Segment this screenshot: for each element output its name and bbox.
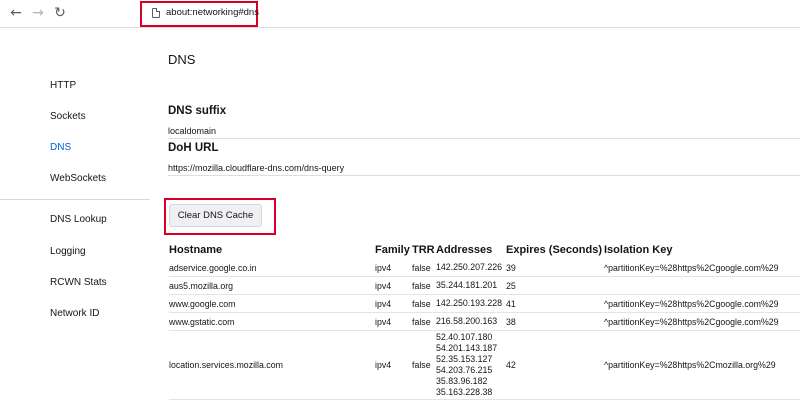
cell-hostname: adservice.google.co.in — [169, 259, 375, 277]
sidebar-item-rcwn-stats[interactable]: RCWN Stats — [50, 277, 107, 288]
column-header-hostname: Hostname — [169, 244, 223, 256]
address: 54.203.76.215 — [436, 365, 493, 375]
cell-isolation-key: ^partitionKey=%28https%2Cgoogle.com%29 — [604, 312, 800, 331]
sidebar: HTTP Sockets DNS WebSockets DNS Lookup L… — [0, 28, 150, 403]
browser-toolbar: ← → ↻ about:networking#dns — [0, 0, 800, 28]
cell-trr: false — [412, 276, 436, 295]
cell-family: ipv4 — [375, 330, 412, 400]
sidebar-item-websockets[interactable]: WebSockets — [50, 173, 106, 184]
column-header-addresses: Addresses — [436, 244, 493, 256]
sidebar-item-network-id[interactable]: Network ID — [50, 308, 99, 319]
dns-suffix-value: localdomain — [168, 126, 217, 136]
cell-hostname: location.services.mozilla.com — [169, 330, 375, 400]
address: 216.58.200.163 — [436, 316, 498, 326]
cell-trr: false — [412, 259, 436, 277]
column-header-expires: Expires (Seconds) — [506, 244, 602, 256]
table-row: www.gstatic.com ipv4 false 216.58.200.16… — [169, 312, 800, 331]
cell-addresses: 142.250.193.228 — [436, 294, 506, 313]
dns-suffix-heading: DNS suffix — [168, 105, 227, 117]
cell-isolation-key: ^partitionKey=%28https%2Cmozilla.org%29 — [604, 330, 800, 400]
address: 35.244.181.201 — [436, 280, 498, 290]
table-row: www.google.com ipv4 false 142.250.193.22… — [169, 294, 800, 313]
cell-expires: 39 — [506, 259, 604, 277]
table-row: location.services.mozilla.com ipv4 false… — [169, 330, 800, 400]
cell-trr: false — [412, 330, 436, 400]
url-text[interactable]: about:networking#dns — [166, 7, 259, 18]
address: 52.35.153.127 — [436, 354, 493, 364]
sidebar-item-sockets[interactable]: Sockets — [50, 111, 86, 122]
sidebar-item-http[interactable]: HTTP — [50, 80, 76, 91]
sidebar-item-dns[interactable]: DNS — [50, 142, 71, 153]
cell-isolation-key: ^partitionKey=%28https%2Cgoogle.com%29 — [604, 294, 800, 313]
sidebar-divider — [0, 199, 150, 200]
address: 54.201.143.187 — [436, 343, 498, 353]
page-title: DNS — [168, 52, 196, 67]
reload-icon[interactable]: ↻ — [50, 4, 70, 22]
cell-family: ipv4 — [375, 259, 412, 277]
address: 142.250.207.226 — [436, 262, 503, 272]
dns-table: Hostname Family TRR Addresses Expires (S… — [169, 241, 800, 400]
url-bar[interactable]: about:networking#dns — [140, 1, 259, 27]
cell-trr: false — [412, 312, 436, 331]
address: 142.250.193.228 — [436, 298, 503, 308]
cell-hostname: www.gstatic.com — [169, 312, 375, 331]
cell-expires: 42 — [506, 330, 604, 400]
forward-icon[interactable]: → — [28, 4, 48, 22]
address: 35.163.228.38 — [436, 387, 493, 397]
doh-url-value: https://mozilla.cloudflare-dns.com/dns-q… — [168, 163, 345, 173]
address: 35.83.96.182 — [436, 376, 488, 386]
cell-addresses: 142.250.207.226 — [436, 259, 506, 277]
column-header-trr: TRR — [412, 244, 435, 256]
table-header-row: Hostname Family TRR Addresses Expires (S… — [169, 241, 800, 259]
page-icon — [152, 8, 160, 18]
cell-addresses: 52.40.107.180 54.201.143.187 52.35.153.1… — [436, 330, 506, 400]
cell-family: ipv4 — [375, 294, 412, 313]
cell-trr: false — [412, 294, 436, 313]
cell-expires: 38 — [506, 312, 604, 331]
column-header-isolation-key: Isolation Key — [604, 244, 673, 256]
cell-addresses: 35.244.181.201 — [436, 276, 506, 295]
cell-family: ipv4 — [375, 312, 412, 331]
cell-addresses: 216.58.200.163 — [436, 312, 506, 331]
cell-hostname: aus5.mozilla.org — [169, 276, 375, 295]
table-row: adservice.google.co.in ipv4 false 142.25… — [169, 259, 800, 277]
doh-url-heading: DoH URL — [168, 142, 219, 154]
cell-isolation-key — [604, 276, 800, 295]
address: 52.40.107.180 — [436, 332, 493, 342]
back-icon[interactable]: ← — [6, 4, 26, 22]
column-header-family: Family — [375, 244, 410, 256]
clear-dns-cache-button[interactable]: Clear DNS Cache — [169, 204, 262, 227]
divider — [168, 138, 800, 139]
divider — [168, 175, 800, 176]
sidebar-item-logging[interactable]: Logging — [50, 246, 86, 257]
cell-family: ipv4 — [375, 276, 412, 295]
cell-expires: 25 — [506, 276, 604, 295]
sidebar-item-dns-lookup[interactable]: DNS Lookup — [50, 214, 107, 225]
cell-isolation-key: ^partitionKey=%28https%2Cgoogle.com%29 — [604, 259, 800, 277]
table-row: aus5.mozilla.org ipv4 false 35.244.181.2… — [169, 276, 800, 295]
cell-hostname: www.google.com — [169, 294, 375, 313]
cell-expires: 41 — [506, 294, 604, 313]
